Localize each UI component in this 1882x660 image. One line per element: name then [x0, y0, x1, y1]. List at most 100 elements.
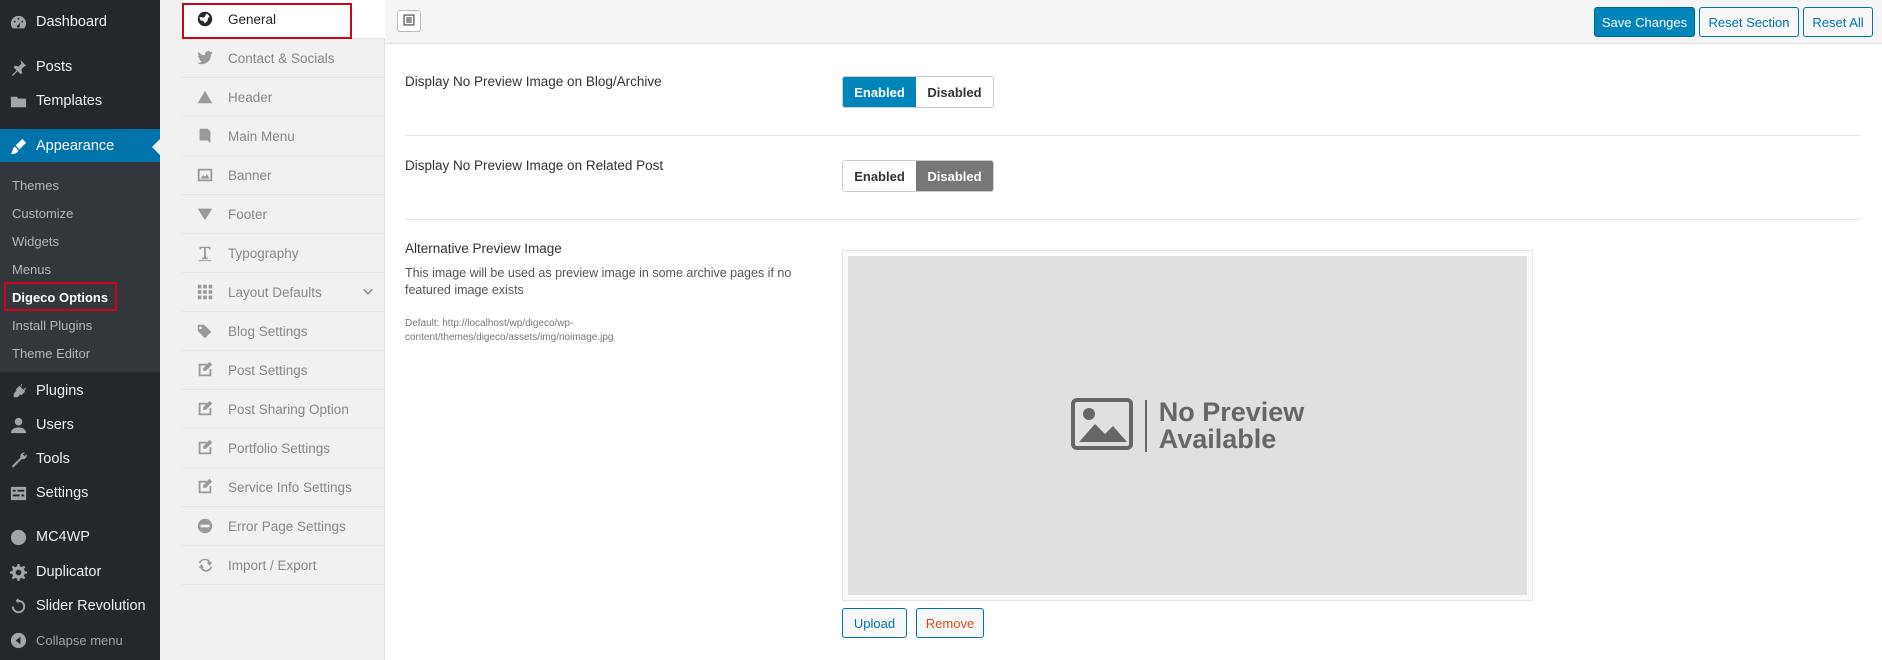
remove-button[interactable]: Remove [916, 608, 984, 638]
options-nav-banner[interactable]: Banner [182, 156, 385, 195]
menu-slider-revolution[interactable]: Slider Revolution [0, 589, 160, 623]
submenu-customize[interactable]: Customize [12, 206, 73, 221]
preview-image-frame: No Preview Available [842, 250, 1533, 601]
reset-all-button[interactable]: Reset All [1803, 7, 1873, 37]
save-changes-button[interactable]: Save Changes [1594, 7, 1695, 37]
alt-image-label: Alternative Preview Image [405, 241, 562, 256]
settings-sliders-icon [0, 484, 36, 503]
options-main: Display No Preview Image on Blog/Archive… [385, 44, 1882, 660]
upload-button[interactable]: Upload [842, 608, 907, 638]
collapse-arrow-icon [0, 631, 36, 650]
options-nav-header[interactable]: Header [182, 78, 385, 117]
expand-icon [402, 13, 416, 30]
triangle-down-icon [182, 205, 228, 223]
menu-plugins-label: Plugins [36, 383, 84, 399]
options-header: Save Changes Reset Section Reset All [385, 0, 1882, 44]
options-nav-label: Portfolio Settings [228, 440, 331, 456]
options-nav-import-export[interactable]: Import / Export [182, 546, 385, 585]
menu-tools[interactable]: Tools [0, 442, 160, 476]
gear-icon [0, 563, 36, 582]
image-placeholder-icon [1070, 398, 1133, 453]
collapse-menu-label: Collapse menu [36, 632, 123, 648]
no-preview-line2: Available [1158, 423, 1277, 454]
options-nav-label: Banner [228, 167, 272, 183]
triangle-up-icon [182, 88, 228, 106]
chevron-down-icon[interactable] [361, 285, 375, 299]
book-icon [182, 127, 228, 145]
edit-icon [182, 361, 228, 379]
collapse-menu[interactable]: Collapse menu [0, 623, 160, 657]
digeco-options-highlight [4, 282, 117, 311]
menu-settings[interactable]: Settings [0, 476, 160, 510]
plug-icon [0, 382, 36, 401]
expand-toggle-button[interactable] [397, 10, 421, 32]
mc4wp-icon [0, 528, 36, 547]
divider [405, 135, 1860, 136]
options-nav-label: Header [228, 89, 273, 105]
menu-users[interactable]: Users [0, 408, 160, 442]
options-nav-portfolio-settings[interactable]: Portfolio Settings [182, 429, 385, 468]
related-post-toggle: Enabled Disabled [842, 160, 994, 192]
options-nav-label: Typography [228, 245, 299, 261]
related-post-label: Display No Preview Image on Related Post [405, 158, 664, 173]
menu-posts[interactable]: Posts [0, 50, 160, 84]
related-post-enabled-button[interactable]: Enabled [843, 161, 916, 191]
reset-section-button[interactable]: Reset Section [1699, 7, 1799, 37]
options-nav-typography[interactable]: Typography [182, 234, 385, 273]
submenu-install-plugins[interactable]: Install Plugins [12, 318, 92, 333]
pin-icon [0, 58, 36, 77]
submenu-menus[interactable]: Menus [12, 262, 51, 277]
options-nav-post-sharing[interactable]: Post Sharing Option [182, 390, 385, 429]
refresh-icon [182, 556, 228, 574]
options-nav-label: Footer [228, 206, 268, 222]
edit-icon [182, 400, 228, 418]
options-nav-label: Blog Settings [228, 323, 308, 339]
dashboard-icon [0, 13, 36, 32]
options-nav-label: Error Page Settings [228, 518, 346, 534]
options-nav-footer[interactable]: Footer [182, 195, 385, 234]
image-icon [182, 166, 228, 184]
edit-icon [182, 478, 228, 496]
blog-archive-toggle: Enabled Disabled [842, 76, 994, 108]
menu-templates[interactable]: Templates [0, 84, 160, 118]
options-nav-blog-settings[interactable]: Blog Settings [182, 312, 385, 351]
submenu-theme-editor[interactable]: Theme Editor [12, 346, 90, 361]
options-nav-label: Import / Export [228, 557, 317, 573]
grid-icon [182, 283, 228, 301]
menu-templates-label: Templates [36, 93, 103, 109]
options-nav-label: Post Sharing Option [228, 401, 349, 417]
submenu-widgets[interactable]: Widgets [12, 234, 59, 249]
menu-slider-revolution-label: Slider Revolution [36, 598, 146, 614]
submenu-themes[interactable]: Themes [12, 178, 59, 193]
menu-dashboard-label: Dashboard [36, 14, 107, 30]
general-highlight [182, 3, 352, 39]
options-nav-layout-defaults[interactable]: Layout Defaults [182, 273, 385, 312]
menu-mc4wp[interactable]: MC4WP [0, 520, 160, 554]
blog-archive-disabled-button[interactable]: Disabled [916, 77, 993, 107]
wp-admin-sidebar: Dashboard Posts Templates Appearance The… [0, 0, 160, 660]
options-nav-main-menu[interactable]: Main Menu [182, 117, 385, 156]
options-nav-contact-socials[interactable]: Contact & Socials [182, 39, 385, 78]
menu-duplicator-label: Duplicator [36, 564, 102, 580]
divider [405, 219, 1860, 220]
options-nav-label: Service Info Settings [228, 479, 352, 495]
edit-icon [182, 439, 228, 457]
related-post-disabled-button[interactable]: Disabled [916, 161, 993, 191]
menu-duplicator[interactable]: Duplicator [0, 555, 160, 589]
menu-settings-label: Settings [36, 485, 89, 501]
twitter-icon [182, 49, 228, 67]
user-icon [0, 416, 36, 435]
appearance-submenu: Themes Customize Widgets Menus Digeco Op… [0, 162, 160, 372]
menu-dashboard[interactable]: Dashboard [0, 5, 160, 39]
options-nav-service-info[interactable]: Service Info Settings [182, 468, 385, 507]
options-nav-post-settings[interactable]: Post Settings [182, 351, 385, 390]
options-nav-error-page[interactable]: Error Page Settings [182, 507, 385, 546]
blog-archive-enabled-button[interactable]: Enabled [843, 77, 916, 107]
menu-appearance-label: Appearance [36, 138, 115, 154]
menu-appearance[interactable]: Appearance [0, 129, 160, 163]
no-preview-image: No Preview Available [848, 256, 1527, 595]
menu-plugins[interactable]: Plugins [0, 374, 160, 408]
menu-posts-label: Posts [36, 59, 73, 75]
blog-archive-label: Display No Preview Image on Blog/Archive [405, 74, 662, 89]
menu-users-label: Users [36, 417, 74, 433]
